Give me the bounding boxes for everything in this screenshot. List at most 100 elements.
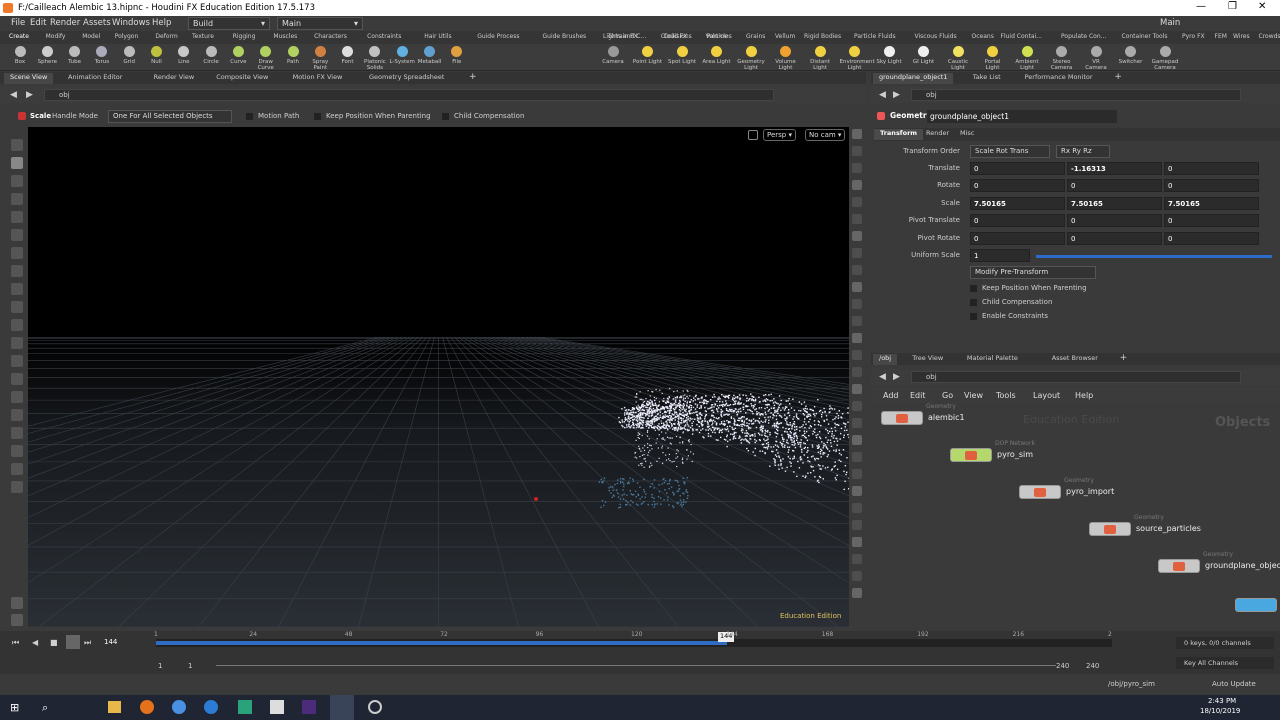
add-tab-icon[interactable]: + (469, 72, 477, 82)
check-child-compensation[interactable] (970, 299, 977, 306)
left-tool-icon[interactable] (11, 391, 23, 403)
left-tool-icon[interactable] (11, 355, 23, 367)
check-keep-position-when-parenting[interactable] (970, 285, 977, 292)
left-tool-icon[interactable] (11, 319, 23, 331)
right-tool-icon[interactable] (852, 214, 862, 224)
menu-edit[interactable]: Edit (30, 18, 46, 28)
param-scale-y[interactable]: 7.50165 (1067, 196, 1162, 210)
shelf-tab-particle-fluids[interactable]: Particle Fluids (854, 33, 896, 40)
shelf-tab-deform[interactable]: Deform (155, 33, 177, 40)
right-tool-icon[interactable] (852, 571, 862, 581)
net-forward-icon[interactable]: ▶ (893, 372, 900, 382)
tab-asset-browser[interactable]: Asset Browser (1046, 354, 1104, 362)
tool-environment-light[interactable]: Environment Light (840, 46, 875, 71)
shelf-tab-guide-process[interactable]: Guide Process (477, 33, 519, 40)
shelf-tab-oceans[interactable]: Oceans (972, 33, 994, 40)
tool-gamepad-camera[interactable]: Gamepad Camera (1150, 46, 1180, 71)
tool-switcher[interactable]: Switcher (1116, 46, 1146, 65)
right-tool-icon[interactable] (852, 129, 862, 139)
goto-start-icon[interactable]: ⏮ (12, 638, 19, 648)
shelf-tab-crowds[interactable]: Crowds (1259, 33, 1280, 40)
net-menu-add[interactable]: Add (883, 391, 899, 400)
net-menu-go[interactable]: Go (942, 391, 953, 400)
tool-spot-light[interactable]: Spot Light (667, 46, 697, 65)
left-tool-icon[interactable] (11, 175, 23, 187)
right-main-label[interactable]: Main (1160, 18, 1180, 28)
net-menu-layout[interactable]: Layout (1033, 391, 1060, 400)
net-menu-help[interactable]: Help (1075, 391, 1093, 400)
firefox-icon[interactable] (140, 700, 154, 714)
right-tool-icon[interactable] (852, 588, 862, 598)
menu-assets[interactable]: Assets (83, 18, 111, 28)
param-translate-z[interactable]: 0 (1164, 162, 1259, 175)
right-tool-icon[interactable] (852, 299, 862, 309)
net-path-field[interactable]: obj (911, 371, 1241, 383)
end-frame-2[interactable]: 240 (1086, 662, 1099, 670)
net-menu-tools[interactable]: Tools (996, 391, 1016, 400)
uniform-scale-slider[interactable] (1036, 255, 1272, 258)
left-tool-icon[interactable] (11, 193, 23, 205)
tool-box[interactable]: Box (5, 46, 35, 65)
tool-torus[interactable]: Torus (87, 46, 117, 65)
transform-order-dropdown[interactable]: Scale Rot Trans (970, 145, 1050, 158)
shelf-tab-rigging[interactable]: Rigging (233, 33, 256, 40)
auto-update[interactable]: Auto Update (1212, 680, 1256, 688)
tool-distant-light[interactable]: Distant Light (805, 46, 835, 71)
tab-render[interactable]: Render (920, 129, 955, 137)
menu-windows[interactable]: Windows (112, 18, 150, 28)
menu-file[interactable]: File (11, 18, 25, 28)
shelf-tab-muscles[interactable]: Muscles (273, 33, 297, 40)
shelf-tab-hair-utils[interactable]: Hair Utils (424, 33, 451, 40)
shelf-tab-texture[interactable]: Texture (192, 33, 214, 40)
add-net-tab-icon[interactable]: + (1120, 353, 1128, 363)
uniform-scale-field[interactable]: 1 (970, 249, 1030, 262)
start-frame[interactable]: 1 (158, 662, 162, 670)
tool-camera[interactable]: Camera (598, 46, 628, 65)
key-all-channels[interactable]: Key All Channels (1176, 657, 1274, 669)
left-tool-icon[interactable] (11, 481, 23, 493)
param-pivot-translate-x[interactable]: 0 (970, 214, 1065, 228)
node-selected[interactable] (1235, 598, 1277, 612)
tab-transform[interactable]: Transform (874, 129, 924, 140)
tool-platonic-solids[interactable]: Platonic Solids (360, 46, 390, 71)
left-tool-icon[interactable] (11, 139, 23, 151)
folder-icon[interactable] (108, 701, 121, 713)
camera-menu[interactable]: No cam ▾ (805, 129, 846, 141)
back-icon[interactable]: ◀ (10, 90, 17, 100)
child-comp-checkbox[interactable] (442, 113, 449, 120)
net-menu-view[interactable]: View (964, 391, 983, 400)
param-rotate-y[interactable]: 0 (1067, 179, 1162, 193)
tool-grid[interactable]: Grid (114, 46, 144, 65)
tab-tree-view[interactable]: Tree View (906, 354, 949, 362)
desktop-dropdown[interactable]: Build ▾ (188, 17, 270, 30)
lock-icon[interactable] (748, 130, 758, 140)
tab-scene-view[interactable]: Scene View (4, 73, 54, 84)
tool-sphere[interactable]: Sphere (32, 46, 62, 65)
right-tool-icon[interactable] (852, 418, 862, 428)
add-param-tab-icon[interactable]: + (1114, 72, 1122, 82)
tool-circle[interactable]: Circle (196, 46, 226, 65)
start-frame-2[interactable]: 1 (188, 662, 192, 670)
left-tool-icon[interactable] (11, 409, 23, 421)
left-tool-icon[interactable] (11, 229, 23, 241)
right-tool-icon[interactable] (852, 452, 862, 462)
param-scale-z[interactable]: 7.50165 (1164, 196, 1259, 210)
shelf-tab-collisions[interactable]: Collisions (664, 33, 692, 40)
tool-volume-light[interactable]: Volume Light (771, 46, 801, 71)
play-reverse-icon[interactable]: ◀ (32, 638, 38, 647)
left-tool-icon[interactable] (11, 247, 23, 259)
tab-material-palette[interactable]: Material Palette (961, 354, 1024, 362)
right-tool-icon[interactable] (852, 316, 862, 326)
minimize-icon[interactable]: — (1196, 1, 1206, 12)
param-pivot-translate-z[interactable]: 0 (1164, 214, 1259, 228)
tool-area-light[interactable]: Area Light (702, 46, 732, 65)
right-tool-icon[interactable] (852, 197, 862, 207)
param-pivot-translate-y[interactable]: 0 (1067, 214, 1162, 228)
goto-end-icon[interactable]: ⏭ (84, 638, 91, 648)
right-tool-icon[interactable] (852, 265, 862, 275)
param-scale-x[interactable]: 7.50165 (970, 196, 1065, 210)
node-name-field[interactable]: groundplane_object1 (927, 110, 1117, 123)
maximize-icon[interactable]: ❐ (1228, 1, 1237, 12)
check-enable-constraints[interactable] (970, 313, 977, 320)
maya-icon[interactable] (238, 700, 252, 714)
